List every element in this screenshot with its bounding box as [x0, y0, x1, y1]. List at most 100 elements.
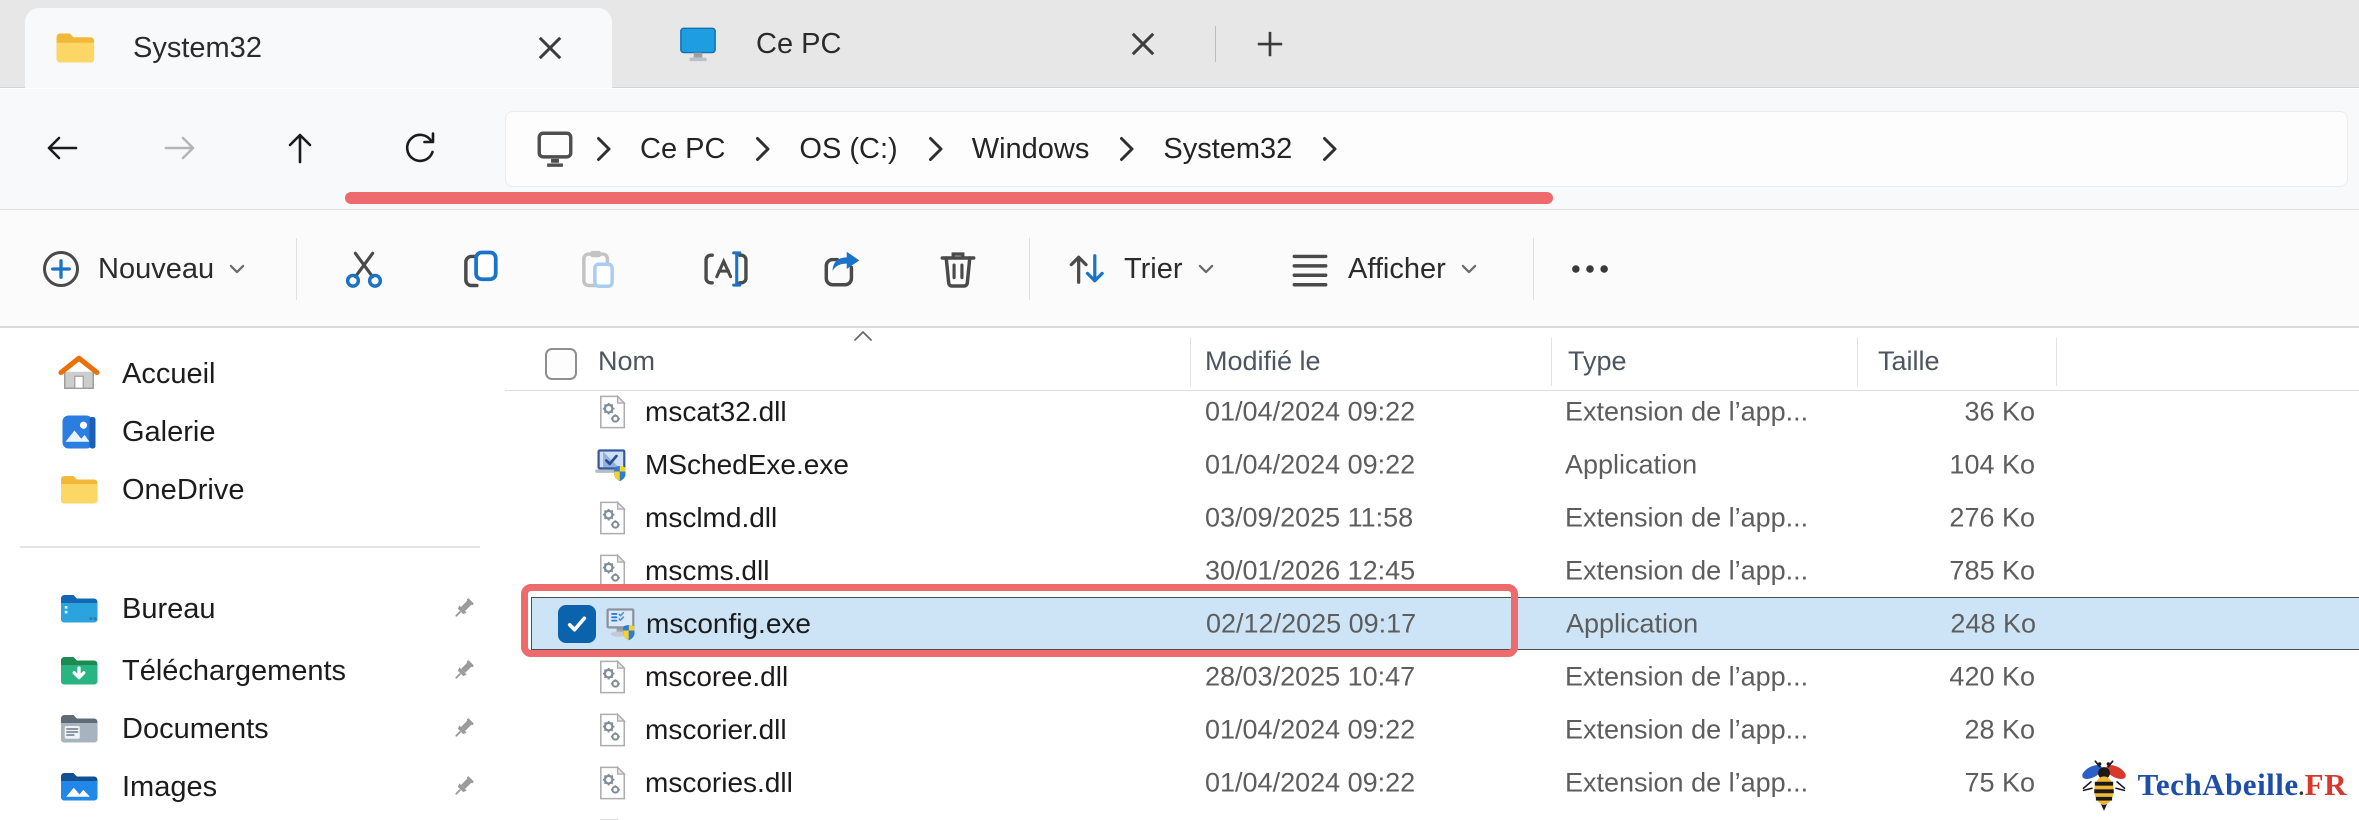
- tab-divider: [1215, 26, 1216, 62]
- breadcrumb-item-system32[interactable]: System32: [1153, 133, 1302, 166]
- breadcrumb-chevron-icon[interactable]: [1316, 134, 1342, 164]
- tab-system32[interactable]: System32: [25, 8, 612, 88]
- rename-button[interactable]: [690, 232, 762, 306]
- sidebar-item-images[interactable]: Images: [14, 759, 492, 815]
- column-separator[interactable]: [1857, 338, 1858, 386]
- sidebar-item-bureau[interactable]: Bureau: [14, 581, 492, 637]
- sidebar-item-telechargements[interactable]: Téléchargements: [14, 643, 492, 699]
- annotation-breadcrumb-underline: [345, 192, 1553, 204]
- arrow-left-icon: [47, 136, 78, 160]
- breadcrumb-chevron-icon[interactable]: [590, 134, 616, 164]
- sidebar-item-accueil[interactable]: Accueil: [14, 346, 492, 402]
- column-separator[interactable]: [1190, 338, 1191, 386]
- pictures-folder-icon: [61, 773, 98, 801]
- monitor-icon: [680, 27, 716, 62]
- file-row[interactable]: mscat32.dll 01/04/2024 09:22 Extension d…: [505, 385, 2359, 438]
- file-type: Extension de l’app...: [1565, 767, 1809, 797]
- toolbar-separator: [1029, 238, 1030, 300]
- share-icon: [824, 251, 860, 287]
- column-separator[interactable]: [2056, 338, 2057, 386]
- select-all-checkbox[interactable]: [545, 348, 577, 380]
- delete-button[interactable]: [922, 232, 994, 306]
- cut-button[interactable]: [328, 232, 400, 306]
- file-type: Application: [1566, 608, 1699, 638]
- breadcrumb-chevron-icon[interactable]: [1113, 134, 1139, 164]
- column-header-modifie-le[interactable]: Modifié le: [1205, 346, 1321, 377]
- watermark-text: TechAbeille.FR: [2138, 767, 2347, 803]
- dll-file-icon: [600, 659, 626, 693]
- file-type: Extension de l’app...: [1565, 502, 1809, 532]
- tab-ce-pc[interactable]: Ce PC: [648, 0, 1205, 88]
- file-type: Application: [1565, 449, 1698, 479]
- file-size: 248 Ko: [1950, 608, 2036, 638]
- desktop-folder-icon: [61, 595, 98, 623]
- toolbar-separator: [296, 238, 297, 300]
- file-type: Extension de l’app...: [1565, 555, 1809, 585]
- sidebar-item-label: Téléchargements: [122, 654, 347, 687]
- new-button-label: Nouveau: [98, 252, 215, 285]
- column-separator[interactable]: [1551, 338, 1552, 386]
- view-button[interactable]: Afficher: [1278, 232, 1490, 306]
- tab-close-icon[interactable]: [1123, 24, 1163, 64]
- address-bar[interactable]: Ce PC OS (C:) Windows System32: [505, 111, 2348, 187]
- breadcrumb-item-windows[interactable]: Windows: [962, 133, 1100, 166]
- breadcrumb-item-ce-pc[interactable]: Ce PC: [630, 133, 735, 166]
- back-button[interactable]: [27, 113, 97, 183]
- file-size: 75 Ko: [1964, 767, 2035, 797]
- new-tab-button[interactable]: [1244, 22, 1296, 66]
- file-name: msclmd.dll: [645, 501, 778, 533]
- paste-button[interactable]: [562, 232, 634, 306]
- sidebar-item-documents[interactable]: Documents: [14, 701, 492, 757]
- column-header-taille[interactable]: Taille: [1878, 346, 1940, 377]
- paste-icon: [582, 250, 614, 289]
- file-row[interactable]: MSchedExe.exe 01/04/2024 09:22 Applicati…: [505, 438, 2359, 491]
- file-row[interactable]: msclmd.dll 03/09/2025 11:58 Extension de…: [505, 491, 2359, 544]
- file-row[interactable]: mscorier.dll 01/04/2024 09:22 Extension …: [505, 703, 2359, 756]
- new-button[interactable]: Nouveau: [26, 232, 262, 306]
- sidebar-item-label: Images: [122, 770, 218, 803]
- copy-button[interactable]: [444, 232, 516, 306]
- file-size: 276 Ko: [1949, 502, 2035, 532]
- view-list-icon: [1292, 254, 1328, 287]
- ellipsis-icon: [1572, 265, 1608, 273]
- watermark-tld: FR: [2304, 767, 2347, 802]
- file-date: 01/04/2024 09:22: [1205, 767, 1416, 797]
- tab-label: Ce PC: [756, 27, 842, 60]
- file-type: Extension de l’app...: [1565, 396, 1809, 426]
- file-name: MSchedExe.exe: [645, 448, 849, 480]
- refresh-button[interactable]: [385, 113, 455, 183]
- watermark: TechAbeille.FR: [2078, 758, 2347, 812]
- dll-file-icon: [600, 712, 626, 746]
- share-button[interactable]: [806, 232, 878, 306]
- file-date: 28/03/2025 10:47: [1205, 661, 1416, 691]
- sidebar-item-onedrive[interactable]: OneDrive: [14, 462, 492, 518]
- file-date: 01/04/2024 09:22: [1205, 714, 1416, 744]
- tab-close-icon[interactable]: [530, 28, 570, 68]
- up-button[interactable]: [265, 113, 335, 183]
- forward-button[interactable]: [145, 113, 215, 183]
- file-explorer-window: System32 Ce PC Ce PC OS (C:) Windows Sys…: [0, 0, 2359, 820]
- sidebar-item-galerie[interactable]: Galerie: [14, 404, 492, 460]
- file-row[interactable]: mscoree.dll 28/03/2025 10:47 Extension d…: [505, 650, 2359, 703]
- column-header-type[interactable]: Type: [1568, 346, 1627, 377]
- sort-button-label: Trier: [1124, 252, 1183, 285]
- more-options-button[interactable]: [1552, 232, 1628, 306]
- file-size: 36 Ko: [1964, 396, 2035, 426]
- file-name: mscoree.dll: [645, 660, 789, 692]
- breadcrumb-chevron-icon[interactable]: [749, 134, 775, 164]
- pin-icon: [455, 776, 474, 795]
- cut-icon: [345, 251, 383, 288]
- copy-icon: [464, 250, 498, 288]
- dll-file-icon: [600, 500, 626, 534]
- rename-icon: [704, 251, 748, 287]
- breadcrumb-item-os-c[interactable]: OS (C:): [789, 133, 907, 166]
- breadcrumb-chevron-icon[interactable]: [922, 134, 948, 164]
- file-list: Nom Modifié le Type Taille mscat32.dll 0…: [505, 328, 2359, 820]
- documents-folder-icon: [61, 715, 98, 743]
- column-header-nom[interactable]: Nom: [598, 346, 655, 377]
- file-name: mscat32.dll: [645, 395, 787, 427]
- folder-icon: [56, 33, 95, 63]
- sort-button[interactable]: Trier: [1054, 232, 1227, 306]
- refresh-icon: [405, 132, 435, 163]
- folder-icon: [61, 476, 98, 504]
